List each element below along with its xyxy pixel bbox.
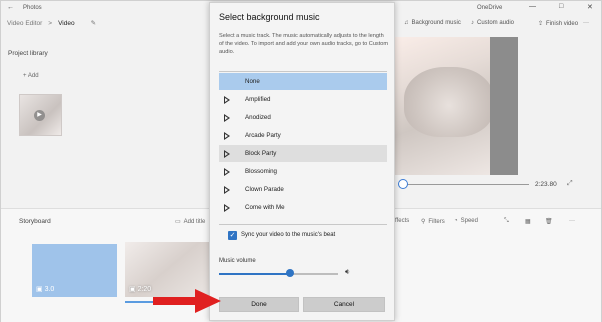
library-video-thumbnail[interactable]: ▶	[19, 94, 62, 136]
music-track-list: None Amplified Anodized Arcade Party Block P…	[219, 73, 387, 217]
track-name: None	[245, 78, 260, 85]
play-preview-icon[interactable]	[224, 168, 230, 176]
back-arrow-icon[interactable]: ←	[7, 4, 14, 11]
audio-icon: ♪	[471, 20, 474, 26]
add-label: Add	[27, 73, 39, 79]
track-name: Block Party	[245, 150, 277, 157]
track-name: Clown Parade	[245, 186, 284, 193]
project-library-title: Project library	[8, 50, 48, 57]
list-divider	[219, 71, 387, 72]
dialog-description: Select a music track. The music automati…	[219, 33, 389, 55]
music-track-item[interactable]: Come with Me	[219, 199, 387, 217]
breadcrumb-video: Video	[58, 19, 75, 27]
volume-slider-fill	[219, 273, 291, 275]
filters-icon: ⚲	[421, 219, 426, 225]
add-media-button[interactable]: + Add	[23, 73, 39, 79]
breadcrumb-separator: >	[48, 19, 53, 27]
clip-duration: ▣ 2:20	[129, 286, 152, 293]
photos-app-window: ← Photos OneDrive — □ ✕ Video Editor > V…	[0, 0, 602, 322]
breadcrumb-video-editor[interactable]: Video Editor	[7, 20, 42, 27]
video-preview[interactable]	[386, 37, 518, 175]
music-volume-label: Music volume	[219, 258, 256, 264]
timecode: 2:23.80	[535, 181, 557, 188]
speed-icon: ◔	[454, 218, 458, 224]
storyboard-clip-1[interactable]: ▣ 3.0	[32, 244, 117, 297]
add-title-card-button[interactable]: ▭ Add title	[175, 218, 206, 226]
music-track-item[interactable]: Block Party	[219, 145, 387, 163]
breadcrumb: Video Editor > Video ✎	[7, 19, 96, 28]
background-music-label: Background music	[411, 20, 461, 26]
onedrive-label[interactable]: OneDrive	[477, 5, 502, 11]
minimize-icon[interactable]: —	[529, 3, 536, 10]
music-track-item[interactable]: None	[219, 73, 387, 91]
done-button[interactable]: Done	[219, 297, 299, 312]
rename-pencil-icon[interactable]: ✎	[91, 19, 96, 27]
music-track-item[interactable]: Clown Parade	[219, 181, 387, 199]
delete-icon[interactable]: 🗑	[545, 218, 553, 225]
filters-button[interactable]: ⚲ Filters	[421, 218, 445, 226]
filters-label: Filters	[428, 218, 445, 225]
music-note-icon: ♫	[404, 20, 409, 26]
track-name: Come with Me	[245, 204, 285, 211]
music-track-item[interactable]: Amplified	[219, 91, 387, 109]
speaker-icon[interactable]: 🔉︎	[345, 267, 350, 277]
fullscreen-expand-icon[interactable]: ⤢	[567, 180, 573, 188]
add-title-card-label: Add title	[183, 218, 206, 225]
plus-icon: +	[23, 73, 27, 79]
storyboard-title: Storyboard	[19, 218, 51, 225]
play-preview-icon[interactable]	[224, 150, 230, 158]
play-preview-icon[interactable]	[224, 96, 230, 104]
title-card-icon: ▭	[175, 219, 181, 225]
speed-label: Speed	[460, 218, 478, 224]
app-title: Photos	[23, 5, 42, 11]
resize-icon[interactable]: ⤡	[504, 218, 509, 225]
music-track-item[interactable]: Blossoming	[219, 163, 387, 181]
sync-beat-checkbox[interactable]: ✓	[228, 231, 237, 240]
play-preview-icon[interactable]	[224, 204, 230, 212]
speed-button[interactable]: ◔ Speed	[454, 218, 478, 224]
storyboard-more-icon[interactable]: ···	[569, 218, 575, 224]
export-icon: ⇪	[538, 21, 544, 27]
music-track-item[interactable]: Arcade Party	[219, 127, 387, 145]
sync-beat-label: Sync your video to the music's beat	[241, 232, 336, 238]
playback-scrub-handle[interactable]	[398, 179, 408, 189]
clip-duration: ▣ 3.0	[36, 286, 55, 293]
track-name: Anodized	[245, 114, 271, 121]
annotation-arrow-icon	[153, 289, 221, 313]
effects-label: ffects	[395, 218, 410, 224]
custom-audio-label: Custom audio	[477, 20, 515, 26]
list-divider	[219, 224, 387, 225]
playback-scrub-track[interactable]	[403, 184, 529, 185]
track-name: Arcade Party	[245, 132, 281, 139]
close-icon[interactable]: ✕	[587, 3, 593, 11]
background-music-button[interactable]: ♫ Background music	[404, 20, 461, 26]
effects-button[interactable]: ffects	[395, 218, 409, 224]
finish-video-label: Finish video	[546, 20, 579, 27]
more-options-icon[interactable]: ···	[583, 20, 589, 26]
letterbox-bar	[490, 37, 518, 175]
track-name: Blossoming	[245, 168, 277, 175]
play-preview-icon[interactable]	[224, 132, 230, 140]
dialog-title: Select background music	[219, 12, 320, 22]
volume-slider-thumb[interactable]	[286, 269, 295, 277]
play-preview-icon[interactable]	[224, 114, 230, 122]
music-track-item[interactable]: Anodized	[219, 109, 387, 127]
layout-icon[interactable]: ▦	[525, 218, 531, 225]
kitten-image	[404, 67, 494, 137]
play-preview-icon[interactable]	[224, 186, 230, 194]
finish-video-button[interactable]: ⇪ Finish video	[538, 20, 579, 28]
background-music-dialog: Select background music Select a music t…	[209, 2, 395, 321]
track-name: Amplified	[245, 96, 271, 103]
play-icon: ▶	[34, 110, 45, 121]
maximize-icon[interactable]: □	[559, 3, 563, 10]
cancel-button[interactable]: Cancel	[303, 297, 385, 312]
custom-audio-button[interactable]: ♪ Custom audio	[471, 20, 514, 26]
